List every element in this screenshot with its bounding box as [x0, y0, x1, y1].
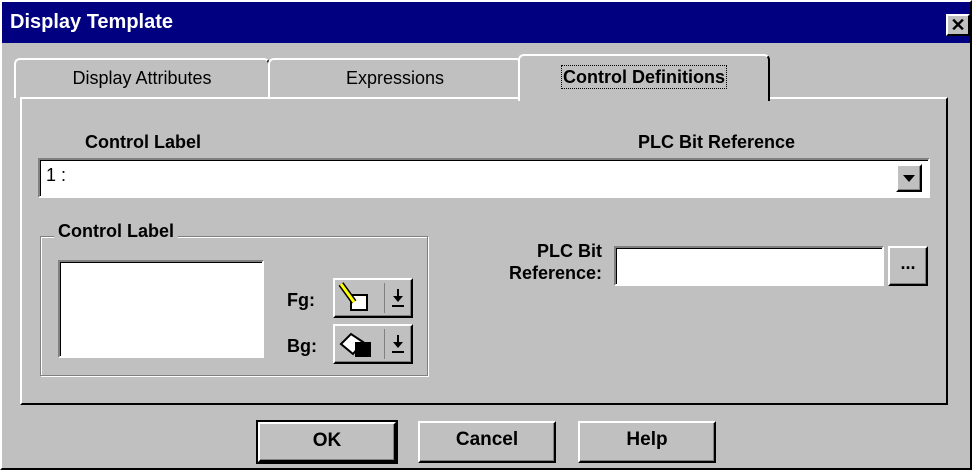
ok-label: OK [312, 430, 342, 451]
control-label-header: Control Label [85, 132, 201, 152]
plc-bit-reference-label: PLC Bit Reference: [478, 240, 602, 284]
help-label: Help [626, 429, 668, 450]
fg-dropdown-divider [384, 283, 385, 313]
dropdown-arrow-icon [903, 175, 915, 182]
plc-browse-button[interactable]: ... [888, 246, 928, 286]
tab-control-definitions[interactable]: Control Definitions [518, 54, 770, 101]
browse-label: ... [900, 253, 916, 273]
down-arrow-icon [392, 335, 404, 353]
close-button[interactable]: ✕ [946, 14, 970, 36]
help-button[interactable]: Help [578, 421, 716, 463]
window-title: Display Template [10, 11, 174, 33]
plc-bit-reference-input[interactable] [614, 246, 884, 286]
tab-display-attributes[interactable]: Display Attributes [14, 58, 270, 98]
ok-button-frame: OK [256, 420, 398, 464]
combo-dropdown-button[interactable] [896, 164, 922, 192]
bg-color-button[interactable] [333, 324, 413, 364]
control-label-group-legend: Control Label [54, 221, 178, 242]
plc-label-line1: PLC Bit [537, 241, 602, 261]
down-arrow-icon [392, 289, 404, 307]
cancel-button[interactable]: Cancel [418, 421, 556, 463]
bg-label: Bg: [287, 336, 317, 356]
title-bar[interactable]: Display Template ✕ [2, 2, 970, 43]
tab-label: Display Attributes [72, 68, 212, 88]
cancel-label: Cancel [455, 429, 519, 450]
tab-expressions[interactable]: Expressions [268, 58, 522, 98]
display-template-dialog: Display Template ✕ Display Attributes Ex… [0, 0, 972, 470]
paint-bucket-icon [339, 332, 371, 357]
fg-color-button[interactable] [333, 278, 413, 318]
control-label-text-area[interactable] [58, 260, 264, 358]
bg-dropdown-divider [384, 329, 385, 359]
control-definition-combo[interactable]: 1 : [38, 158, 930, 198]
plc-label-line2: Reference: [508, 263, 602, 283]
tab-label: Control Definitions [561, 65, 727, 89]
pencil-icon [338, 282, 368, 311]
tab-label: Expressions [345, 68, 445, 88]
fg-label: Fg: [287, 290, 315, 310]
plc-bit-reference-header: PLC Bit Reference [638, 132, 796, 152]
combo-value: 1 : [46, 165, 67, 185]
close-icon: ✕ [950, 15, 966, 35]
ok-button[interactable]: OK [258, 422, 396, 462]
